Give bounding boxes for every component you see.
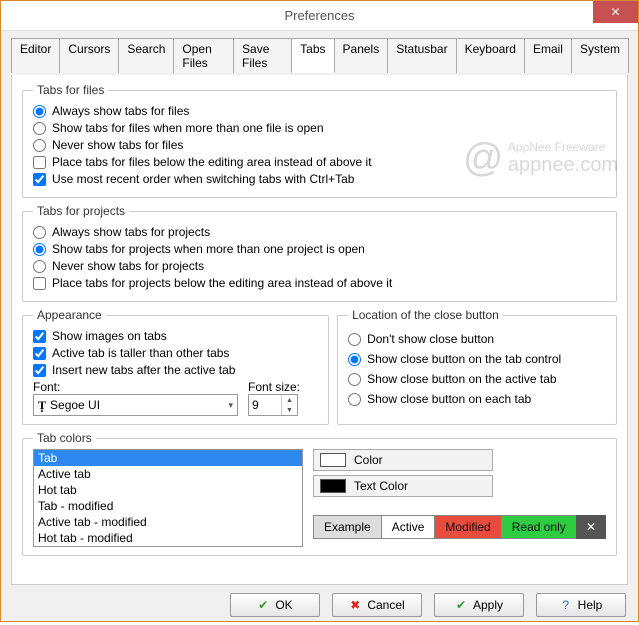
main-tab-system[interactable]: System xyxy=(571,38,629,73)
main-tab-email[interactable]: Email xyxy=(524,38,572,73)
font-value: Segoe UI xyxy=(50,398,100,412)
group-tabs-for-files: Tabs for files Always show tabs for file… xyxy=(22,83,617,198)
window-title: Preferences xyxy=(284,8,354,23)
main-tab-open-files[interactable]: Open Files xyxy=(173,38,234,73)
spin-down-icon[interactable]: ▼ xyxy=(282,405,297,415)
main-tab-editor[interactable]: Editor xyxy=(11,38,60,73)
check-mru-ctrl-tab[interactable]: Use most recent order when switching tab… xyxy=(33,172,606,186)
tab-content: Tabs for files Always show tabs for file… xyxy=(11,75,628,585)
dialog-buttons: ✔OK ✖Cancel ✔Apply ?Help xyxy=(1,585,638,625)
font-combobox[interactable]: T̥ Segoe UI ▾ xyxy=(33,394,238,416)
main-tab-cursors[interactable]: Cursors xyxy=(59,38,119,73)
check-files-below[interactable]: Place tabs for files below the editing a… xyxy=(33,155,606,169)
example-tab-modified: Modified xyxy=(434,515,500,539)
apply-button[interactable]: ✔Apply xyxy=(434,593,524,617)
tab-color-listbox[interactable]: TabActive tabHot tabTab - modifiedActive… xyxy=(33,449,303,547)
check-icon: ✔ xyxy=(257,599,269,611)
truetype-icon: T̥ xyxy=(38,398,46,413)
font-size-input[interactable] xyxy=(249,395,281,415)
font-label: Font: xyxy=(33,380,238,394)
legend-tab-colors: Tab colors xyxy=(33,431,96,445)
radio-close-activetab[interactable]: Show close button on the active tab xyxy=(348,372,606,386)
list-item[interactable]: Tab - modified xyxy=(34,498,302,514)
group-close-button-location: Location of the close button Don't show … xyxy=(337,308,617,425)
example-tab-readonly: Read only xyxy=(501,515,576,539)
font-size-label: Font size: xyxy=(248,380,300,394)
help-icon: ? xyxy=(560,599,572,611)
radio-always-projects[interactable]: Always show tabs for projects xyxy=(33,225,606,239)
ok-button[interactable]: ✔OK xyxy=(230,593,320,617)
radio-close-eachtab[interactable]: Show close button on each tab xyxy=(348,392,606,406)
list-item[interactable]: Hot tab xyxy=(34,482,302,498)
font-size-spinner[interactable]: ▲ ▼ xyxy=(248,394,298,416)
example-tab-active: Active xyxy=(381,515,435,539)
radio-always-files[interactable]: Always show tabs for files xyxy=(33,104,606,118)
spin-up-icon[interactable]: ▲ xyxy=(282,395,297,405)
legend-tabs-for-projects: Tabs for projects xyxy=(33,204,129,218)
chevron-down-icon: ▾ xyxy=(228,400,233,411)
check-active-taller[interactable]: Active tab is taller than other tabs xyxy=(33,346,318,360)
main-tab-panels[interactable]: Panels xyxy=(334,38,389,73)
check-projects-below[interactable]: Place tabs for projects below the editin… xyxy=(33,276,606,290)
legend-appearance: Appearance xyxy=(33,308,106,322)
check-show-images[interactable]: Show images on tabs xyxy=(33,329,318,343)
list-item[interactable]: Hot tab - modified xyxy=(34,530,302,546)
example-tabbar: Example Active Modified Read only ✕ xyxy=(313,515,606,539)
cancel-button[interactable]: ✖Cancel xyxy=(332,593,422,617)
preferences-window: Preferences ✕ EditorCursorsSearchOpen Fi… xyxy=(0,0,639,622)
list-item[interactable]: Active tab xyxy=(34,466,302,482)
close-icon: ✕ xyxy=(610,5,620,19)
color-button[interactable]: Color xyxy=(313,449,493,471)
window-close-button[interactable]: ✕ xyxy=(593,1,638,23)
radio-close-tabcontrol[interactable]: Show close button on the tab control xyxy=(348,352,606,366)
group-tab-colors: Tab colors TabActive tabHot tabTab - mod… xyxy=(22,431,617,556)
check-icon: ✔ xyxy=(455,599,467,611)
legend-close-location: Location of the close button xyxy=(348,308,503,322)
text-color-swatch xyxy=(320,479,346,493)
check-insert-after-active[interactable]: Insert new tabs after the active tab xyxy=(33,363,318,377)
legend-tabs-for-files: Tabs for files xyxy=(33,83,108,97)
example-close-icon[interactable]: ✕ xyxy=(576,515,606,539)
radio-never-files[interactable]: Never show tabs for files xyxy=(33,138,606,152)
color-swatch xyxy=(320,453,346,467)
text-color-button[interactable]: Text Color xyxy=(313,475,493,497)
main-tab-tabs[interactable]: Tabs xyxy=(291,38,334,73)
main-tabstrip: EditorCursorsSearchOpen FilesSave FilesT… xyxy=(11,37,628,73)
list-item[interactable]: Tab - read only xyxy=(34,546,302,547)
list-item[interactable]: Tab xyxy=(34,450,302,466)
titlebar: Preferences ✕ xyxy=(1,1,638,31)
list-item[interactable]: Active tab - modified xyxy=(34,514,302,530)
radio-multi-projects[interactable]: Show tabs for projects when more than on… xyxy=(33,242,606,256)
group-appearance: Appearance Show images on tabs Active ta… xyxy=(22,308,329,425)
radio-never-projects[interactable]: Never show tabs for projects xyxy=(33,259,606,273)
main-tab-search[interactable]: Search xyxy=(118,38,174,73)
example-tab-example: Example xyxy=(313,515,381,539)
radio-close-none[interactable]: Don't show close button xyxy=(348,332,606,346)
main-tab-save-files[interactable]: Save Files xyxy=(233,38,292,73)
main-tab-keyboard[interactable]: Keyboard xyxy=(456,38,525,73)
x-icon: ✖ xyxy=(349,599,361,611)
main-tab-statusbar[interactable]: Statusbar xyxy=(387,38,456,73)
help-button[interactable]: ?Help xyxy=(536,593,626,617)
group-tabs-for-projects: Tabs for projects Always show tabs for p… xyxy=(22,204,617,302)
radio-multi-files[interactable]: Show tabs for files when more than one f… xyxy=(33,121,606,135)
